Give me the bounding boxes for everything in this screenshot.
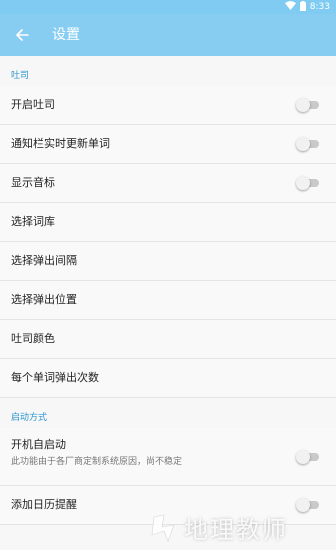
setting-label: 吐司颜色 [11, 332, 55, 345]
settings-list: 吐司 开启吐司 通知栏实时更新单词 显示音标 选择词库 选择弹出间隔 选择弹出位… [0, 56, 336, 550]
setting-label: 选择弹出位置 [11, 293, 77, 306]
setting-label: 添加日历提醒 [11, 498, 77, 511]
setting-subtitle: 此功能由于各厂商定制系统原因，尚不稳定 [11, 457, 183, 467]
setting-popup-interval[interactable]: 选择弹出间隔 [0, 242, 336, 281]
toolbar: 设置 [0, 14, 336, 56]
toggle-switch[interactable] [296, 137, 320, 151]
toggle-switch[interactable] [296, 449, 320, 464]
section-header-toast: 吐司 [11, 71, 30, 81]
setting-label: 开机自启动 [11, 438, 66, 451]
setting-label: 开启吐司 [11, 98, 55, 111]
toggle-switch[interactable] [296, 98, 320, 112]
setting-label: 每个单词弹出次数 [11, 371, 99, 384]
setting-popup-position[interactable]: 选择弹出位置 [0, 281, 336, 320]
setting-label: 显示音标 [11, 176, 55, 189]
status-icons: 8:33 [284, 0, 330, 14]
status-time: 8:33 [309, 2, 330, 12]
setting-label: 通知栏实时更新单词 [11, 137, 110, 150]
setting-show-phonetic[interactable]: 显示音标 [0, 164, 336, 203]
section-header-startup: 启动方式 [11, 413, 48, 423]
setting-select-wordbank[interactable]: 选择词库 [0, 203, 336, 242]
setting-label: 选择弹出间隔 [11, 254, 77, 267]
setting-label: 选择词库 [11, 215, 55, 228]
status-bar: 8:33 [0, 0, 336, 14]
arrow-left-icon [16, 29, 29, 41]
setting-autostart[interactable]: 开机自启动 此功能由于各厂商定制系统原因，尚不稳定 [0, 428, 336, 486]
setting-popup-count[interactable]: 每个单词弹出次数 [0, 359, 336, 398]
watermark: 地理教师 [150, 505, 336, 550]
battery-icon [299, 0, 306, 14]
watermark-logo-icon [151, 514, 175, 542]
setting-enable-toast[interactable]: 开启吐司 [0, 86, 336, 125]
page-title: 设置 [52, 27, 80, 43]
wifi-icon [284, 1, 296, 13]
setting-toast-color[interactable]: 吐司颜色 [0, 320, 336, 359]
watermark-text: 地理教师 [184, 516, 288, 544]
back-button[interactable] [8, 21, 36, 49]
setting-notification-update[interactable]: 通知栏实时更新单词 [0, 125, 336, 164]
toggle-switch[interactable] [296, 176, 320, 190]
